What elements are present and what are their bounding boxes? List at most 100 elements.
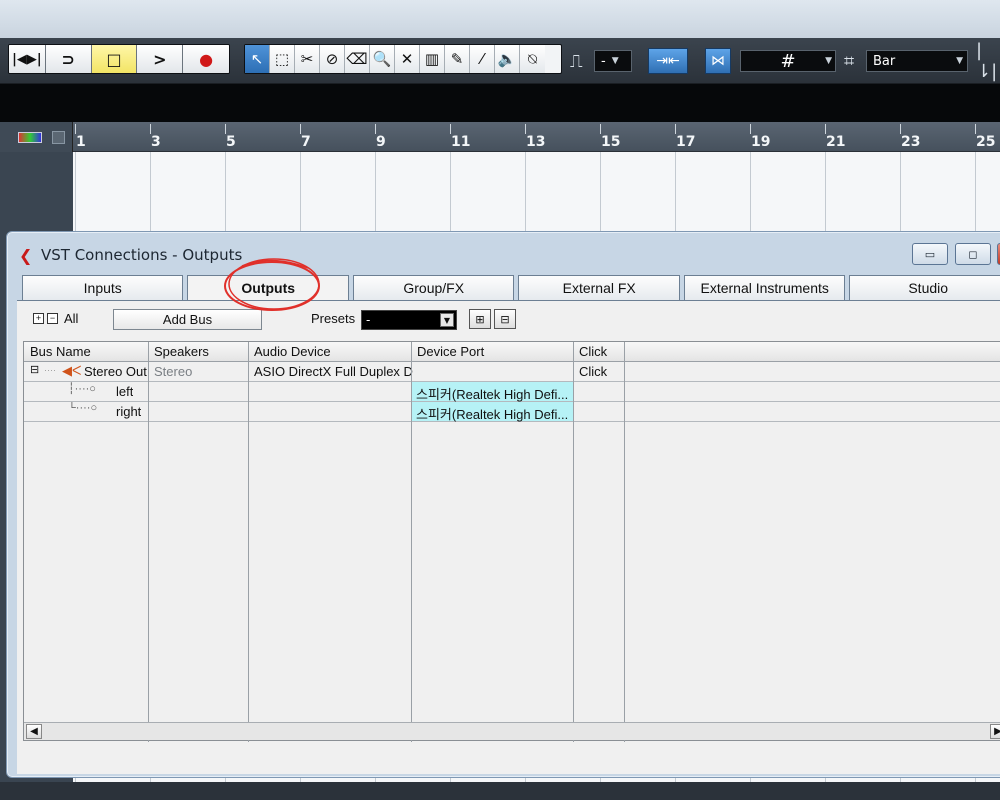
color-bucket-icon: ⍉ bbox=[527, 50, 537, 68]
column-header-speakers[interactable]: Speakers bbox=[154, 344, 209, 359]
column-divider[interactable] bbox=[411, 342, 412, 742]
mute-x-icon: ✕ bbox=[400, 50, 414, 68]
stop-button[interactable]: □ bbox=[91, 45, 138, 73]
draw-tool[interactable]: ✎ bbox=[445, 45, 470, 73]
snap-value-select[interactable]: - ▼ bbox=[594, 50, 632, 72]
vst-connections-window: ❮ VST Connections - Outputs ▭ ◻ Inputs O… bbox=[6, 231, 1000, 778]
range-selection-tool[interactable]: ⬚ bbox=[270, 45, 295, 73]
time-warp-tool[interactable]: ▥ bbox=[420, 45, 445, 73]
ruler-tick bbox=[975, 124, 976, 134]
tab-external-fx[interactable]: External FX bbox=[518, 275, 680, 301]
horizontal-scrollbar[interactable]: ◀ ▶ bbox=[24, 722, 1000, 740]
status-bar bbox=[0, 782, 1000, 800]
minimize-button[interactable]: ▭ bbox=[912, 243, 948, 265]
nudge-icon[interactable]: ⎍ bbox=[570, 49, 583, 73]
column-divider[interactable] bbox=[248, 342, 249, 742]
eraser-icon: ⌫ bbox=[346, 50, 368, 68]
tab-outputs[interactable]: Outputs bbox=[187, 275, 349, 301]
erase-tool[interactable]: ⌫ bbox=[345, 45, 370, 73]
chevron-down-icon: ▼ bbox=[956, 56, 963, 66]
tool-group: ↖ ⬚ ✂ ⊘ ⌫ 🔍 ✕ ▥ ✎ ⁄ 🔈 ⍉ bbox=[244, 44, 562, 74]
ruler-label: 3 bbox=[151, 134, 161, 150]
table-row[interactable]: ⊟ ···· ◀ᐸ Stereo Out Stereo ASIO DirectX… bbox=[24, 362, 1000, 382]
collapse-icon[interactable]: ⊟ bbox=[30, 363, 39, 376]
column-header-audio-device[interactable]: Audio Device bbox=[254, 344, 331, 359]
tab-studio[interactable]: Studio bbox=[849, 275, 1000, 301]
device-port-cell[interactable]: 스피커(Realtek High Defi... bbox=[411, 382, 573, 402]
scroll-right-button[interactable]: ▶ bbox=[990, 724, 1000, 739]
channel-name[interactable]: left bbox=[116, 384, 133, 399]
snap-type-select[interactable]: # ▼ bbox=[740, 50, 836, 72]
ruler-tick bbox=[375, 124, 376, 134]
column-header-bus-name[interactable]: Bus Name bbox=[30, 344, 91, 359]
table-header: Bus Name Speakers Audio Device Device Po… bbox=[24, 342, 1000, 362]
glue-tool[interactable]: ⊘ bbox=[320, 45, 345, 73]
ruler-label: 21 bbox=[826, 134, 846, 150]
scissors-icon: ✂ bbox=[300, 50, 314, 68]
ruler-tick bbox=[450, 124, 451, 134]
ruler-tick bbox=[75, 124, 76, 134]
ruler-label: 19 bbox=[751, 134, 771, 150]
cycle-button[interactable]: ⊃ bbox=[45, 45, 92, 73]
chevron-down-icon[interactable]: ▼ bbox=[440, 313, 454, 327]
snap-icon: ⇥⇤ bbox=[656, 53, 680, 69]
speakers-value: Stereo bbox=[154, 364, 193, 379]
line-tool[interactable]: ⁄ bbox=[470, 45, 495, 73]
device-port-cell[interactable]: 스피커(Realtek High Defi... bbox=[411, 402, 573, 422]
snap-to-zero-button[interactable]: ⋈ bbox=[705, 48, 731, 74]
ruler-tick bbox=[750, 124, 751, 134]
ruler-tick bbox=[525, 124, 526, 134]
remove-preset-icon: ⊟ bbox=[500, 312, 510, 326]
column-divider[interactable] bbox=[148, 342, 149, 742]
meter-icon[interactable] bbox=[18, 132, 42, 143]
tab-label: Studio bbox=[908, 280, 949, 296]
cycle-icon: ⊃ bbox=[61, 49, 75, 69]
stop-icon: □ bbox=[106, 49, 122, 69]
tab-inputs[interactable]: Inputs bbox=[22, 275, 184, 301]
add-bus-button[interactable]: Add Bus bbox=[113, 309, 262, 330]
presets-select[interactable]: - ▼ bbox=[361, 310, 457, 330]
snap-on-off-button[interactable]: ⇥⇤ bbox=[648, 48, 688, 74]
audio-device-value[interactable]: ASIO DirectX Full Duplex D bbox=[254, 364, 414, 379]
table-row[interactable]: └····○ right 스피커(Realtek High Defi... bbox=[24, 402, 1000, 422]
zoom-tool[interactable]: 🔍 bbox=[370, 45, 395, 73]
ruler-label: 13 bbox=[526, 134, 546, 150]
ruler-tick bbox=[300, 124, 301, 134]
split-tool[interactable]: ✂ bbox=[295, 45, 320, 73]
click-value[interactable]: Click bbox=[579, 364, 607, 379]
color-tool[interactable]: ⍉ bbox=[520, 45, 545, 73]
mute-tool[interactable]: ✕ bbox=[395, 45, 420, 73]
tab-external-instruments[interactable]: External Instruments bbox=[683, 275, 846, 301]
maximize-button[interactable]: ◻ bbox=[955, 243, 991, 265]
column-header-click[interactable]: Click bbox=[579, 344, 607, 359]
go-to-start-button[interactable]: |◀▶| bbox=[9, 45, 46, 73]
expand-icon: + bbox=[33, 313, 44, 324]
play-tool[interactable]: 🔈 bbox=[495, 45, 520, 73]
magnifier-icon: 🔍 bbox=[372, 50, 392, 68]
quantize-icon[interactable]: |⇂| bbox=[976, 40, 1000, 82]
save-preset-icon: ⊞ bbox=[475, 312, 485, 326]
tab-label: Outputs bbox=[241, 280, 296, 296]
save-preset-button[interactable]: ⊞ bbox=[469, 309, 491, 329]
tab-group-fx[interactable]: Group/FX bbox=[352, 275, 515, 301]
column-divider[interactable] bbox=[573, 342, 574, 742]
channel-name[interactable]: right bbox=[116, 404, 141, 419]
object-selection-tool[interactable]: ↖ bbox=[245, 45, 270, 73]
column-divider[interactable] bbox=[624, 342, 625, 742]
info-icon[interactable] bbox=[52, 131, 65, 144]
bus-name[interactable]: Stereo Out bbox=[84, 364, 148, 379]
tab-label: External FX bbox=[562, 280, 636, 296]
arrow-icon: ↖ bbox=[250, 50, 264, 68]
grid-type-select[interactable]: Bar ▼ bbox=[866, 50, 968, 72]
scroll-left-button[interactable]: ◀ bbox=[26, 724, 42, 739]
timeline-ruler[interactable]: 1 3 5 7 9 11 13 15 17 19 21 23 25 bbox=[73, 122, 1000, 152]
column-header-device-port[interactable]: Device Port bbox=[417, 344, 484, 359]
ruler-label: 17 bbox=[676, 134, 696, 150]
remove-preset-button[interactable]: ⊟ bbox=[494, 309, 516, 329]
tab-bar: Inputs Outputs Group/FX External FX Exte… bbox=[22, 275, 1000, 301]
line-icon: ⁄ bbox=[480, 50, 484, 68]
expand-all-toggle[interactable]: + − All bbox=[33, 311, 78, 326]
play-button[interactable]: > bbox=[137, 45, 184, 73]
table-row[interactable]: ┆····○ left 스피커(Realtek High Defi... bbox=[24, 382, 1000, 402]
record-button[interactable]: ● bbox=[183, 45, 229, 73]
